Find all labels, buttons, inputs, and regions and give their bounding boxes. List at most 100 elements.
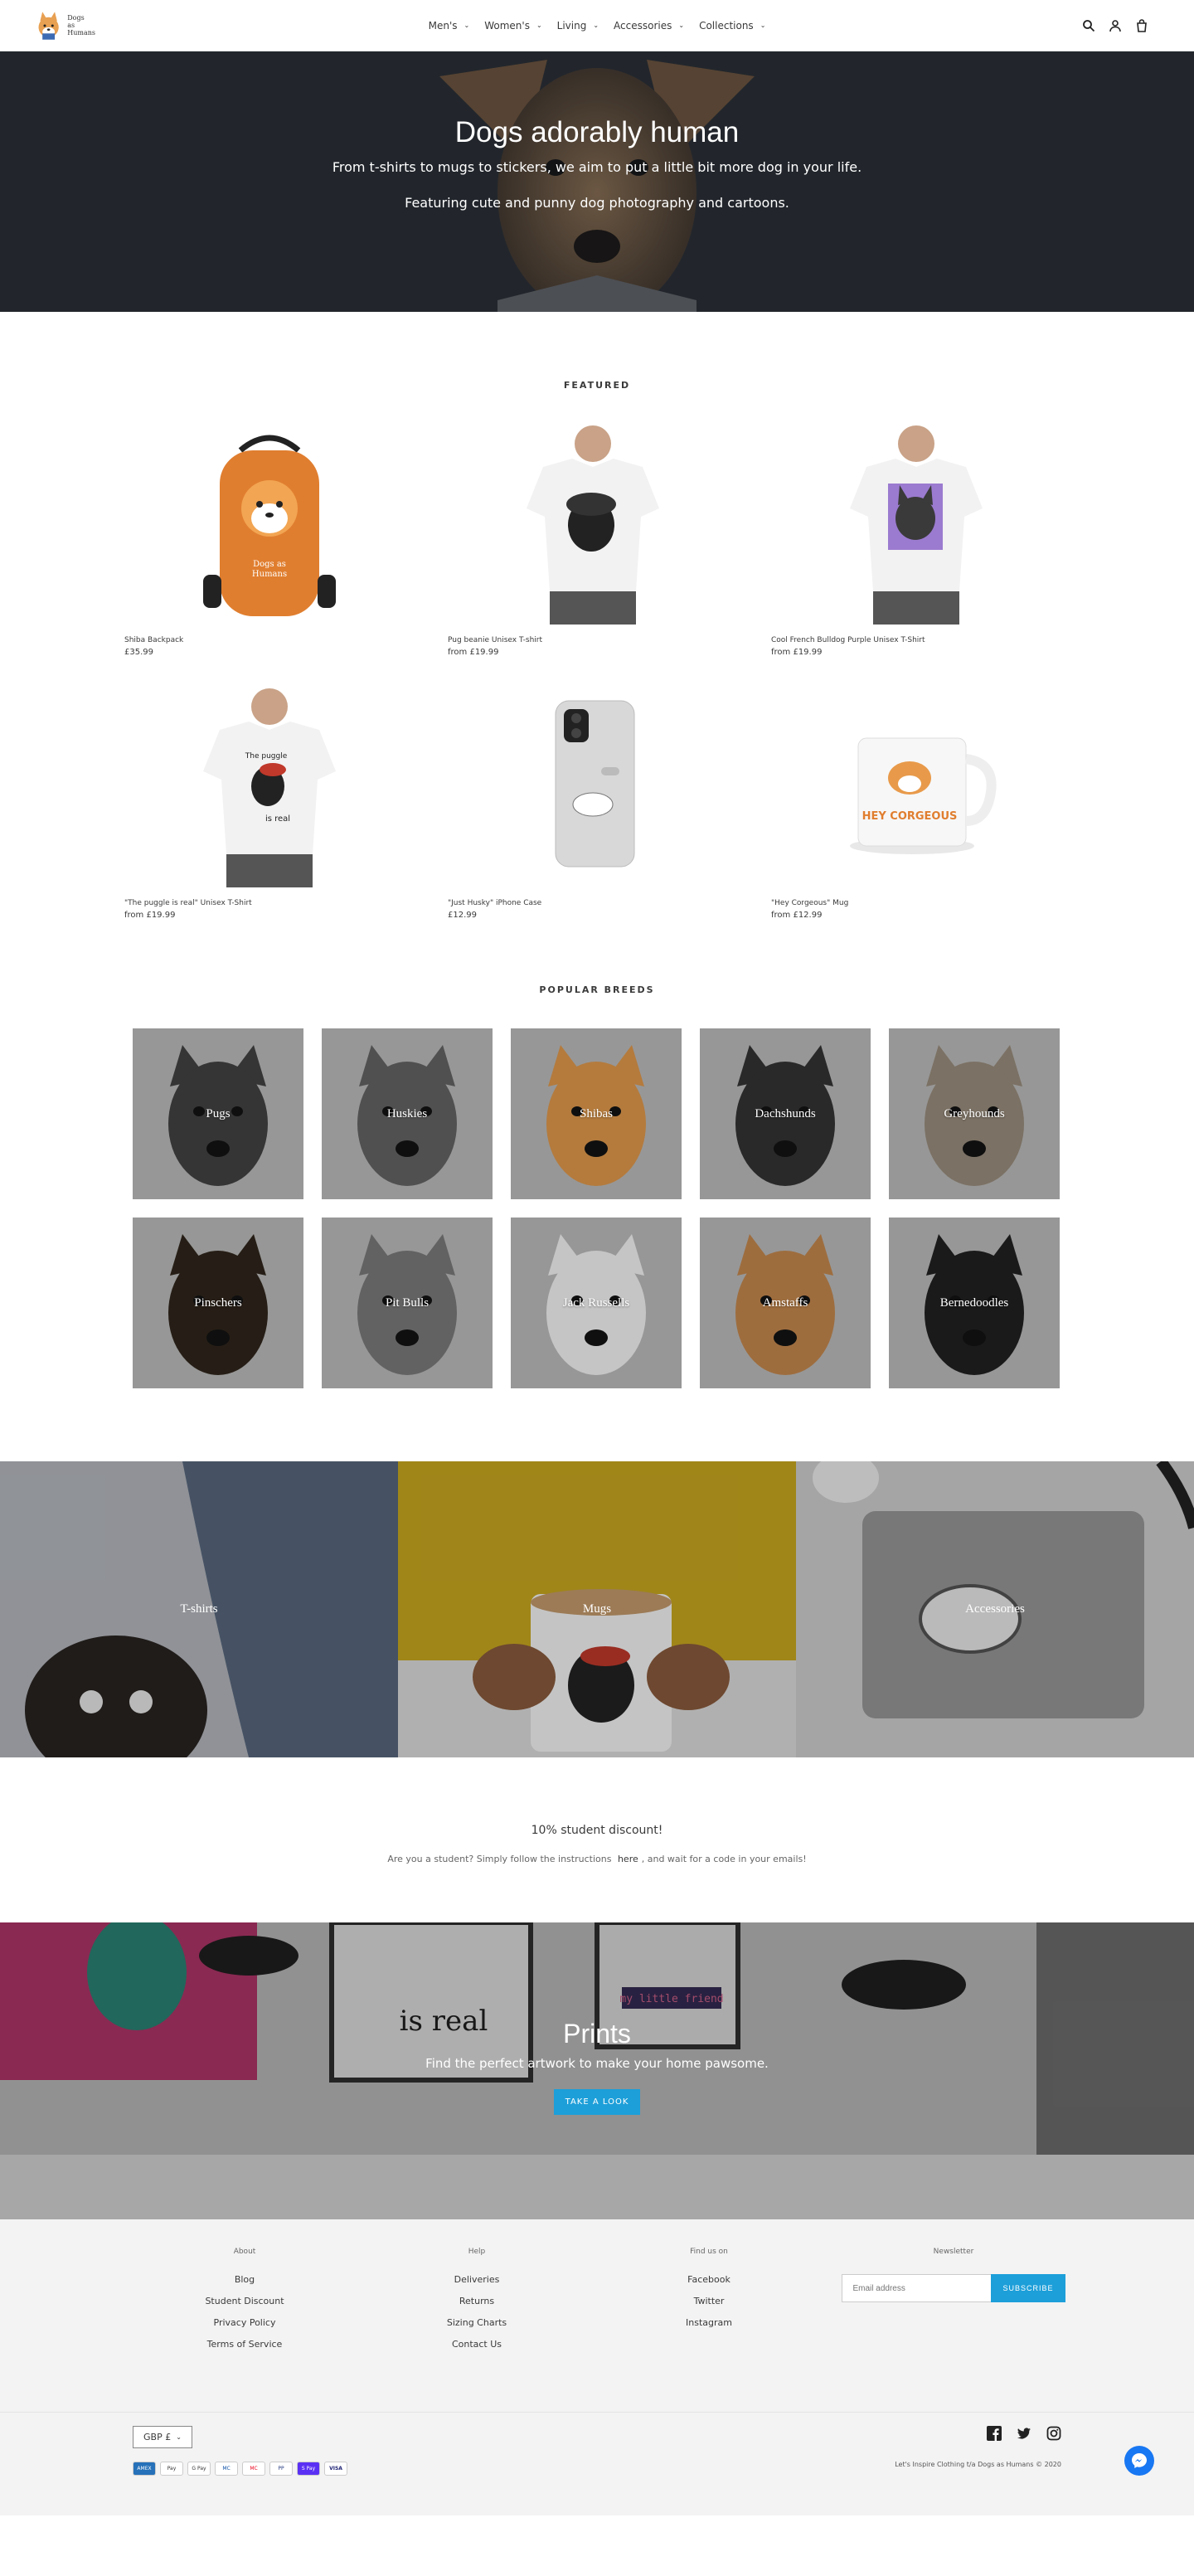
footer-link[interactable]: Contact Us [365,2339,589,2350]
product-image[interactable] [493,688,692,887]
mug-image: HEY CORGEOUS [850,737,997,854]
product-price: from £12.99 [771,911,823,920]
product-title[interactable]: Pug beanie Unisex T-shirt [448,636,746,644]
nav-accessories[interactable]: Accessories ⌄ [614,20,684,32]
chevron-down-icon: ⌄ [176,2433,182,2441]
nav-collections[interactable]: Collections ⌄ [699,20,765,32]
visa-icon: VISA [324,2462,347,2476]
breed-tile[interactable]: Dachshunds [700,1028,871,1199]
featured-section: FEATURED Dogs as Humans Shiba Backpack £ [0,380,1194,920]
take-a-look-button[interactable]: TAKE A LOOK [553,2089,641,2115]
search-icon[interactable] [1082,19,1095,32]
breed-tile[interactable]: Greyhounds [889,1028,1060,1199]
footer-link[interactable]: Terms of Service [133,2339,357,2350]
product-title[interactable]: "Hey Corgeous" Mug [771,899,1070,907]
footer-heading: About [233,2248,256,2256]
product-price: £12.99 [448,911,477,920]
collection-accessories[interactable]: Accessories [796,1461,1194,1757]
mastercard-icon: MC [242,2462,265,2476]
google-pay-icon: G Pay [187,2462,211,2476]
discount-text: Are you a student? Simply follow the ins… [0,1854,1194,1864]
footer-link[interactable]: Twitter [597,2296,821,2306]
breed-tile[interactable]: Huskies [322,1028,493,1199]
twitter-icon[interactable] [1017,2426,1031,2441]
product-price: from £19.99 [771,648,823,657]
tshirt-image [850,425,983,625]
hero-banner: Dogs adorably human From t-shirts to mug… [0,51,1194,312]
logo-text: Dogs as Humans [67,14,95,36]
product-title[interactable]: Cool French Bulldog Purple Unisex T-Shir… [771,636,1070,644]
footer-link[interactable]: Student Discount [133,2296,357,2306]
account-icon[interactable] [1109,19,1122,32]
discount-link[interactable]: here [618,1854,638,1864]
product-title[interactable]: "The puggle is real" Unisex T-Shirt [124,899,423,907]
collection-label: T-shirts [180,1602,218,1616]
product-image[interactable]: HEY CORGEOUS [817,688,1016,887]
product-title[interactable]: "Just Husky" iPhone Case [448,899,746,907]
messenger-icon [1132,2453,1147,2468]
messenger-chat-button[interactable] [1124,2446,1154,2476]
logo[interactable]: Dogs as Humans [33,2,95,48]
footer-link[interactable]: Sizing Charts [365,2317,589,2328]
svg-text:HEY CORGEOUS: HEY CORGEOUS [862,810,958,823]
footer-link[interactable]: Facebook [597,2274,821,2285]
product-card[interactable]: Dogs as Humans Shiba Backpack £35.99 [124,425,423,657]
breeds-grid: Pugs Huskies Shibas Dachshunds Greyhounds Pin… [133,1028,1061,1388]
footer-help: Help Deliveries Returns Sizing Charts Co… [365,2248,589,2360]
product-image[interactable] [817,425,1016,625]
breed-tile[interactable]: Pit Bulls [322,1218,493,1388]
hero-subtitle-2: Featuring cute and punny dog photography… [405,195,789,211]
phone-case-image [555,700,635,868]
nav-mens[interactable]: Men's ⌄ [429,20,470,32]
currency-selector[interactable]: GBP £ ⌄ [133,2426,192,2448]
collection-label: Mugs [582,1602,612,1616]
product-image[interactable] [493,425,692,625]
footer-link[interactable]: Returns [365,2296,589,2306]
breed-label: Dachshunds [755,1106,816,1120]
footer-link[interactable]: Privacy Policy [133,2317,357,2328]
breed-tile[interactable]: Pinschers [133,1218,303,1388]
featured-title: FEATURED [563,380,631,391]
footer-heading: Find us on [690,2248,728,2256]
breed-tile[interactable]: Amstaffs [700,1218,871,1388]
breed-tile[interactable]: Pugs [133,1028,303,1199]
paypal-icon: PP [269,2462,293,2476]
footer-link[interactable]: Instagram [597,2317,821,2328]
product-price: £35.99 [124,648,153,657]
header-icons [1082,18,1148,32]
breed-label: Amstaffs [762,1295,808,1310]
product-card[interactable]: "Just Husky" iPhone Case £12.99 [448,688,746,920]
collection-mugs[interactable]: Mugs [398,1461,796,1757]
facebook-icon[interactable] [987,2426,1002,2441]
breed-tile[interactable]: Bernedoodles [889,1218,1060,1388]
product-image[interactable]: The puggle is real [170,688,369,887]
instagram-icon[interactable] [1046,2426,1061,2441]
product-title[interactable]: Shiba Backpack [124,636,423,644]
cart-icon[interactable] [1135,18,1148,32]
product-card[interactable]: HEY CORGEOUS "Hey Corgeous" Mug from £12… [771,688,1070,920]
product-card[interactable]: Cool French Bulldog Purple Unisex T-Shir… [771,425,1070,657]
footer-link[interactable]: Blog [133,2274,357,2285]
nav-womens[interactable]: Women's ⌄ [484,20,541,32]
footer-link[interactable]: Deliveries [365,2274,589,2285]
prints-banner: is real my little friend Prints Find the… [0,1922,1194,2219]
payment-icons: AMEX Pay G Pay MC MC PP S Pay VISA [133,2462,347,2476]
amex-icon: AMEX [133,2462,156,2476]
product-price: from £19.99 [448,648,499,657]
prints-subtitle: Find the perfect artwork to make your ho… [425,2056,769,2071]
product-card[interactable]: Pug beanie Unisex T-shirt from £19.99 [448,425,746,657]
breed-label: Shibas [579,1106,613,1120]
breed-label: Pinschers [194,1295,242,1310]
nav-living[interactable]: Living ⌄ [557,20,599,32]
subscribe-button[interactable]: SUBSCRIBE [991,2274,1065,2302]
collection-tshirts[interactable]: T-shirts [0,1461,398,1757]
discount-text-before: Are you a student? Simply follow the ins… [387,1854,612,1864]
newsletter-email-input[interactable] [842,2274,992,2302]
breed-label: Bernedoodles [939,1295,1009,1310]
product-image[interactable]: Dogs as Humans [170,425,369,625]
product-price: from £19.99 [124,911,176,920]
breed-tile[interactable]: Jack Russells [511,1218,682,1388]
breed-tile[interactable]: Shibas [511,1028,682,1199]
product-card[interactable]: The puggle is real "The puggle is real" … [124,688,423,920]
corgi-logo-icon [38,11,59,40]
